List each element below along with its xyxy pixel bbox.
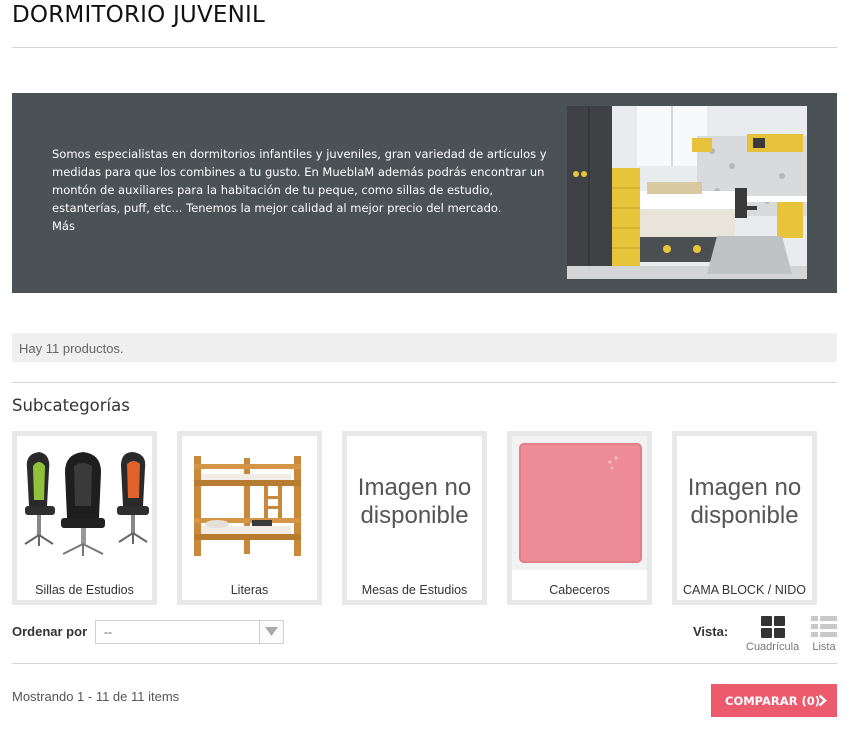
product-count: Hay 11 productos. (19, 341, 124, 356)
image-unavailable-placeholder: Imagen no disponible (677, 436, 812, 570)
list-view-label: Lista (812, 641, 836, 653)
subcategory-card[interactable]: Imagen no disponible CAMA BLOCK / NIDO (672, 431, 817, 605)
subcategory-card[interactable]: Imagen no disponible Mesas de Estudios (342, 431, 487, 605)
chevron-right-icon (818, 694, 827, 707)
subcategory-card[interactable]: Cabeceros (507, 431, 652, 605)
bunk-bed-image (182, 436, 317, 570)
chevron-down-icon[interactable] (259, 621, 283, 643)
subcategory-name[interactable]: Literas (182, 583, 317, 597)
category-description: Somos especialistas en dormitorios infan… (52, 145, 552, 235)
subcategories-heading: Subcategorías (12, 396, 130, 415)
category-description-text: Somos especialistas en dormitorios infan… (52, 147, 547, 215)
category-banner: Somos especialistas en dormitorios infan… (12, 93, 837, 293)
more-link[interactable]: Más (52, 217, 552, 235)
sort-label: Ordenar por (12, 624, 88, 639)
product-count-bar: Hay 11 productos. (12, 333, 837, 362)
compare-button-label: COMPARAR (0) (725, 693, 821, 708)
image-unavailable-text: Imagen no disponible (357, 474, 472, 529)
list-icon (811, 616, 837, 637)
section-divider (12, 382, 837, 383)
toolbar-divider (12, 663, 837, 664)
image-unavailable-text: Imagen no disponible (687, 474, 802, 529)
subcategory-name[interactable]: Sillas de Estudios (17, 583, 152, 597)
pink-headboard-image (512, 436, 647, 570)
compare-button[interactable]: COMPARAR (0) (711, 684, 837, 717)
sort-select[interactable]: -- (95, 620, 284, 644)
sort-selected-value: -- (104, 625, 112, 639)
list-view-option[interactable]: Lista (811, 616, 837, 653)
subcategory-name[interactable]: CAMA BLOCK / NIDO (677, 583, 812, 597)
page-title: DORMITORIO JUVENIL (12, 2, 266, 28)
image-unavailable-placeholder: Imagen no disponible (347, 436, 482, 570)
subcategory-name[interactable]: Cabeceros (512, 583, 647, 597)
grid-view-label: Cuadrícula (746, 641, 800, 653)
category-banner-image (567, 106, 807, 279)
subcategory-name[interactable]: Mesas de Estudios (347, 583, 482, 597)
title-divider (12, 47, 837, 48)
office-chairs-image (17, 436, 152, 570)
subcategory-card[interactable]: Literas (177, 431, 322, 605)
view-label: Vista: (693, 624, 729, 639)
subcategory-card[interactable]: Sillas de Estudios (12, 431, 157, 605)
pagination-summary: Mostrando 1 - 11 de 11 items (12, 689, 180, 704)
grid-view-option[interactable]: Cuadrícula (746, 616, 799, 653)
grid-icon (760, 616, 785, 638)
